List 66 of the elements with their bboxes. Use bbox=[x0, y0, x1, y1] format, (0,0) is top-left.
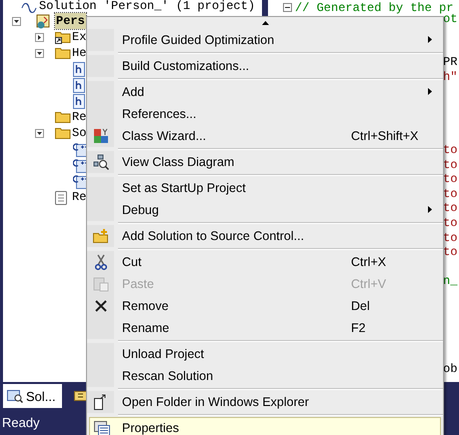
magnifier-icon bbox=[92, 154, 108, 170]
menu-item[interactable]: View Class Diagram bbox=[87, 151, 443, 173]
menu-item[interactable]: Add bbox=[87, 81, 443, 103]
expander-icon[interactable] bbox=[35, 49, 44, 58]
code-comment: // Generated by the pr bbox=[295, 0, 454, 14]
menu-item[interactable]: Properties bbox=[89, 417, 441, 435]
solution-explorer-icon bbox=[7, 389, 23, 403]
code-fragment: to bbox=[443, 230, 458, 245]
tree-item-label[interactable]: So bbox=[72, 125, 86, 141]
properties-icon bbox=[94, 420, 110, 435]
code-fragment: to bbox=[443, 245, 458, 260]
menu-item[interactable]: Open Folder in Windows Explorer bbox=[87, 391, 443, 413]
code-fragment: ob bbox=[443, 362, 458, 376]
folder-icon bbox=[55, 46, 71, 59]
tree-item-label[interactable]: Re bbox=[72, 189, 86, 205]
code-fragment: to bbox=[443, 201, 458, 216]
clipboard-icon bbox=[92, 276, 108, 292]
expander-icon[interactable] bbox=[35, 33, 44, 42]
folder-plus-icon bbox=[92, 229, 108, 243]
project-label[interactable]: Pers bbox=[55, 13, 86, 29]
expander-icon[interactable] bbox=[35, 129, 44, 138]
submenu-arrow-icon bbox=[428, 88, 432, 95]
code-fragment: PR bbox=[443, 55, 458, 70]
menu-item[interactable]: Rename F2 bbox=[87, 317, 443, 339]
code-fragment: ot bbox=[443, 12, 458, 26]
menu-item[interactable]: Add Solution to Source Control... bbox=[87, 225, 443, 247]
menu-item[interactable]: Profile Guided Optimization bbox=[87, 29, 443, 51]
tree-item-label[interactable]: Re bbox=[72, 109, 86, 125]
header-file-icon bbox=[73, 78, 85, 93]
scissors-icon bbox=[94, 254, 106, 270]
text-file-icon bbox=[55, 190, 67, 205]
document-arrow-icon bbox=[94, 394, 107, 410]
project-icon bbox=[35, 14, 51, 30]
solution-label[interactable]: Solution 'Person_' (1 project) bbox=[39, 0, 256, 13]
fold-icon[interactable] bbox=[283, 3, 292, 12]
code-fragment: to bbox=[443, 186, 458, 201]
submenu-arrow-icon bbox=[428, 206, 432, 213]
tree-item-label[interactable]: Ex bbox=[72, 29, 86, 45]
menu-item[interactable]: References... bbox=[87, 103, 443, 125]
menu-item[interactable]: Debug bbox=[87, 199, 443, 221]
code-fragment: to bbox=[443, 143, 458, 157]
menu-item[interactable]: Unload Project bbox=[87, 343, 443, 365]
code-fragment: n_ bbox=[443, 274, 458, 288]
tree-item-label[interactable]: He bbox=[72, 45, 86, 61]
header-file-icon bbox=[73, 94, 85, 109]
collapse-icon[interactable] bbox=[12, 17, 21, 26]
menu-item[interactable]: Cut Ctrl+X bbox=[87, 251, 443, 273]
folder-icon bbox=[55, 126, 71, 139]
menu-item[interactable]: Remove Del bbox=[87, 295, 443, 317]
cross-icon bbox=[94, 300, 106, 312]
wizard-icon bbox=[92, 128, 108, 144]
code-fragment: to bbox=[443, 216, 458, 230]
menu-item[interactable]: Class Wizard... Ctrl+Shift+X bbox=[87, 125, 443, 147]
menu-item[interactable]: Rescan Solution bbox=[87, 365, 443, 387]
menu-item[interactable]: Set as StartUp Project bbox=[87, 177, 443, 199]
menu-item[interactable]: Build Customizations... bbox=[87, 55, 443, 77]
submenu-arrow-icon bbox=[428, 36, 432, 43]
scroll-up-icon[interactable] bbox=[262, 21, 268, 25]
code-fragment: to bbox=[443, 158, 458, 172]
folder-shortcut-icon bbox=[55, 30, 71, 44]
code-fragment: to bbox=[443, 172, 458, 186]
code-fragment: h" bbox=[443, 70, 458, 84]
panel-tab[interactable]: Sol... bbox=[3, 384, 62, 408]
status-text: Ready bbox=[2, 415, 40, 430]
folder-icon bbox=[55, 110, 71, 123]
header-file-icon bbox=[73, 62, 85, 77]
